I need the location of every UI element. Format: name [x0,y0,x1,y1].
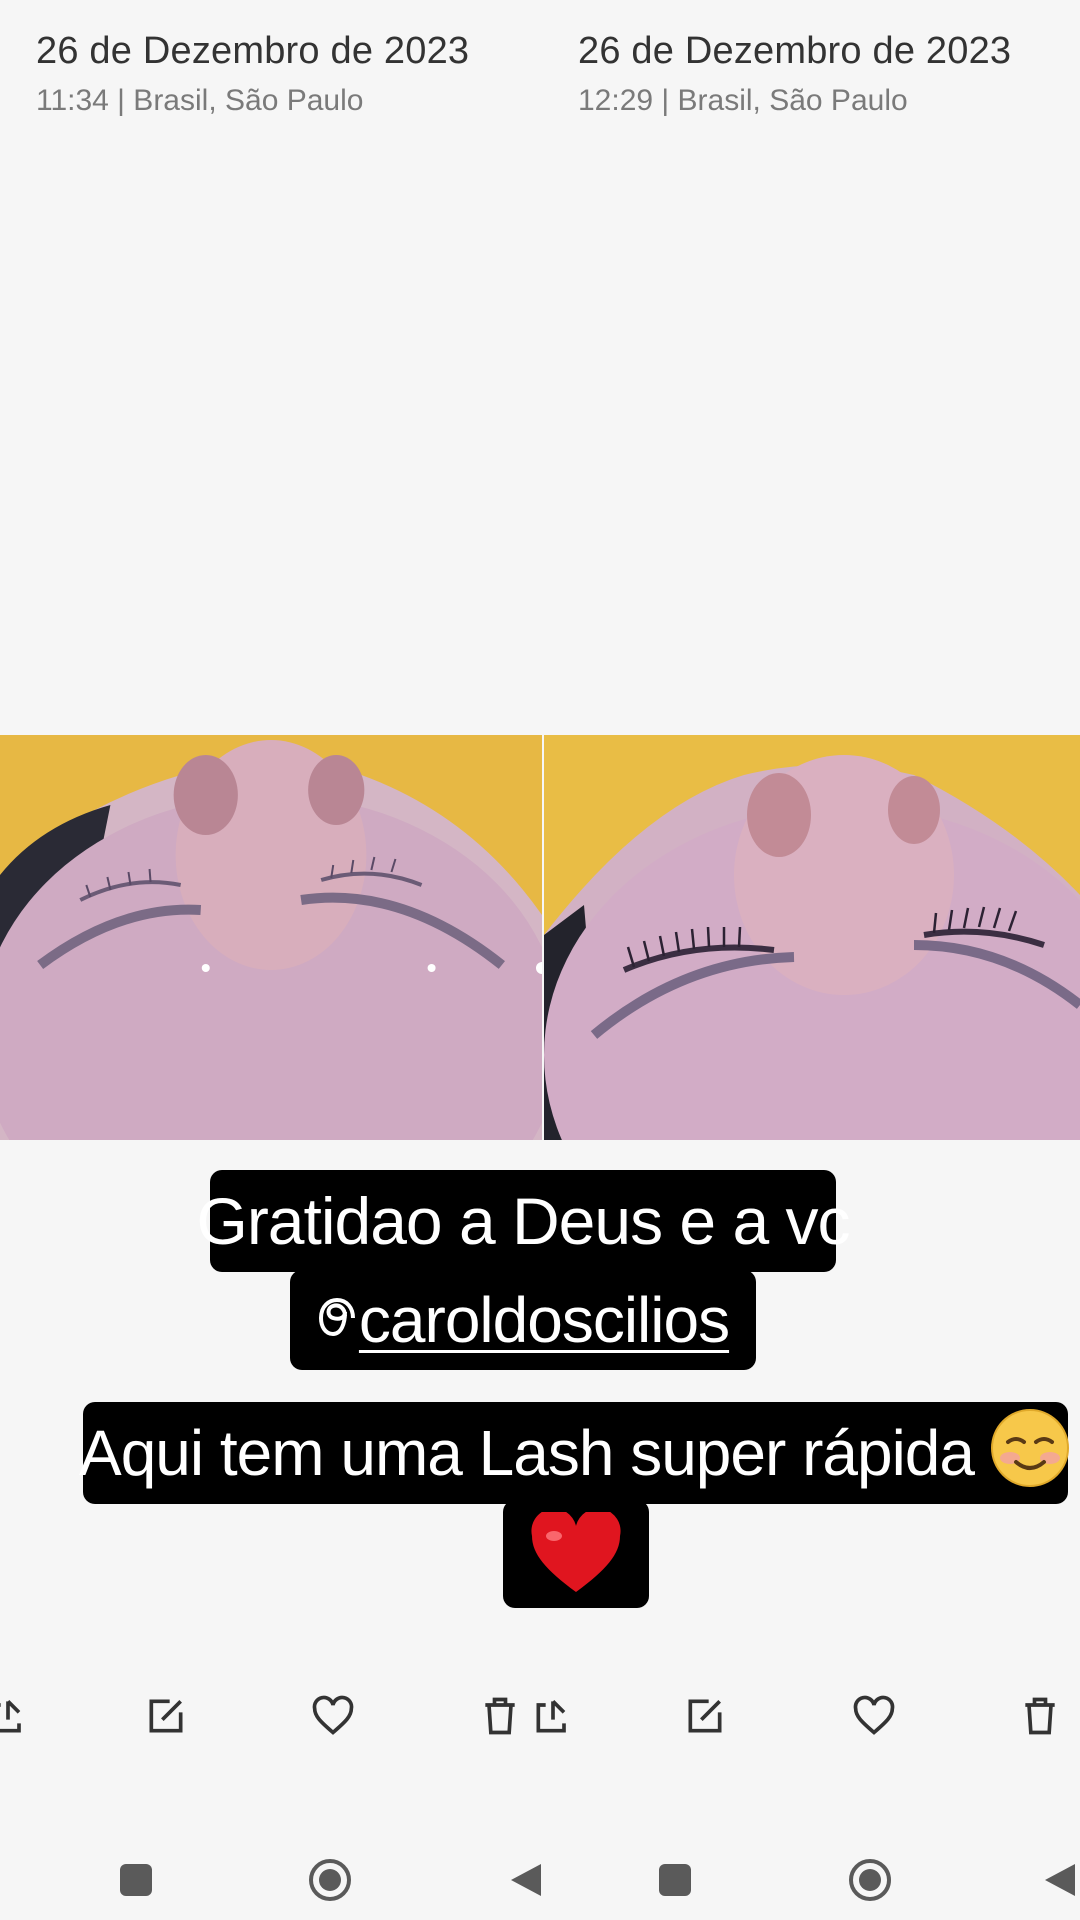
recents-square-icon [120,1864,152,1896]
home-circle-icon [849,1859,891,1901]
share-button[interactable] [523,1686,583,1746]
share-icon [0,1700,21,1733]
left-system-navbar [0,1850,541,1920]
home-button[interactable] [300,1850,360,1910]
right-photo-panel: 26 de Dezembro de 2023 12:29 | Brasil, S… [536,0,1080,1920]
edit-button[interactable] [675,1686,735,1746]
back-button[interactable] [1030,1850,1080,1910]
left-photo-before[interactable] [0,735,542,1140]
right-photo-date: 26 de Dezembro de 2023 [578,30,1012,72]
gallery-compare-screen: 26 de Dezembro de 2023 11:34 | Brasil, S… [0,0,1080,1920]
recents-button[interactable] [106,1850,166,1910]
left-photo-toolbar [0,1686,540,1756]
right-system-navbar [540,1850,1080,1920]
photo-image [544,735,1080,1140]
edit-button[interactable] [136,1686,196,1746]
delete-button[interactable] [470,1686,530,1746]
heart-icon [853,1695,895,1735]
left-photo-time-location: 11:34 | Brasil, São Paulo [36,84,364,117]
right-photo-toolbar [536,1686,1080,1756]
trash-icon [485,1697,515,1735]
back-triangle-icon [1045,1864,1075,1896]
share-button[interactable] [0,1686,38,1746]
photo-image [0,735,542,1140]
left-photo-panel: 26 de Dezembro de 2023 11:34 | Brasil, S… [0,0,542,1920]
share-icon [536,1700,566,1733]
favorite-button[interactable] [303,1686,363,1746]
trash-icon [1025,1697,1055,1735]
home-button[interactable] [840,1850,900,1910]
delete-button[interactable] [1010,1686,1070,1746]
back-triangle-icon [511,1864,541,1896]
recents-button[interactable] [645,1850,705,1910]
favorite-button[interactable] [844,1686,904,1746]
edit-icon [149,1699,183,1733]
left-photo-date: 26 de Dezembro de 2023 [36,30,470,72]
home-circle-icon [309,1859,351,1901]
edit-icon [688,1699,722,1733]
heart-icon [312,1695,354,1735]
recents-square-icon [659,1864,691,1896]
right-photo-after[interactable] [544,735,1080,1140]
right-photo-time-location: 12:29 | Brasil, São Paulo [578,84,908,117]
